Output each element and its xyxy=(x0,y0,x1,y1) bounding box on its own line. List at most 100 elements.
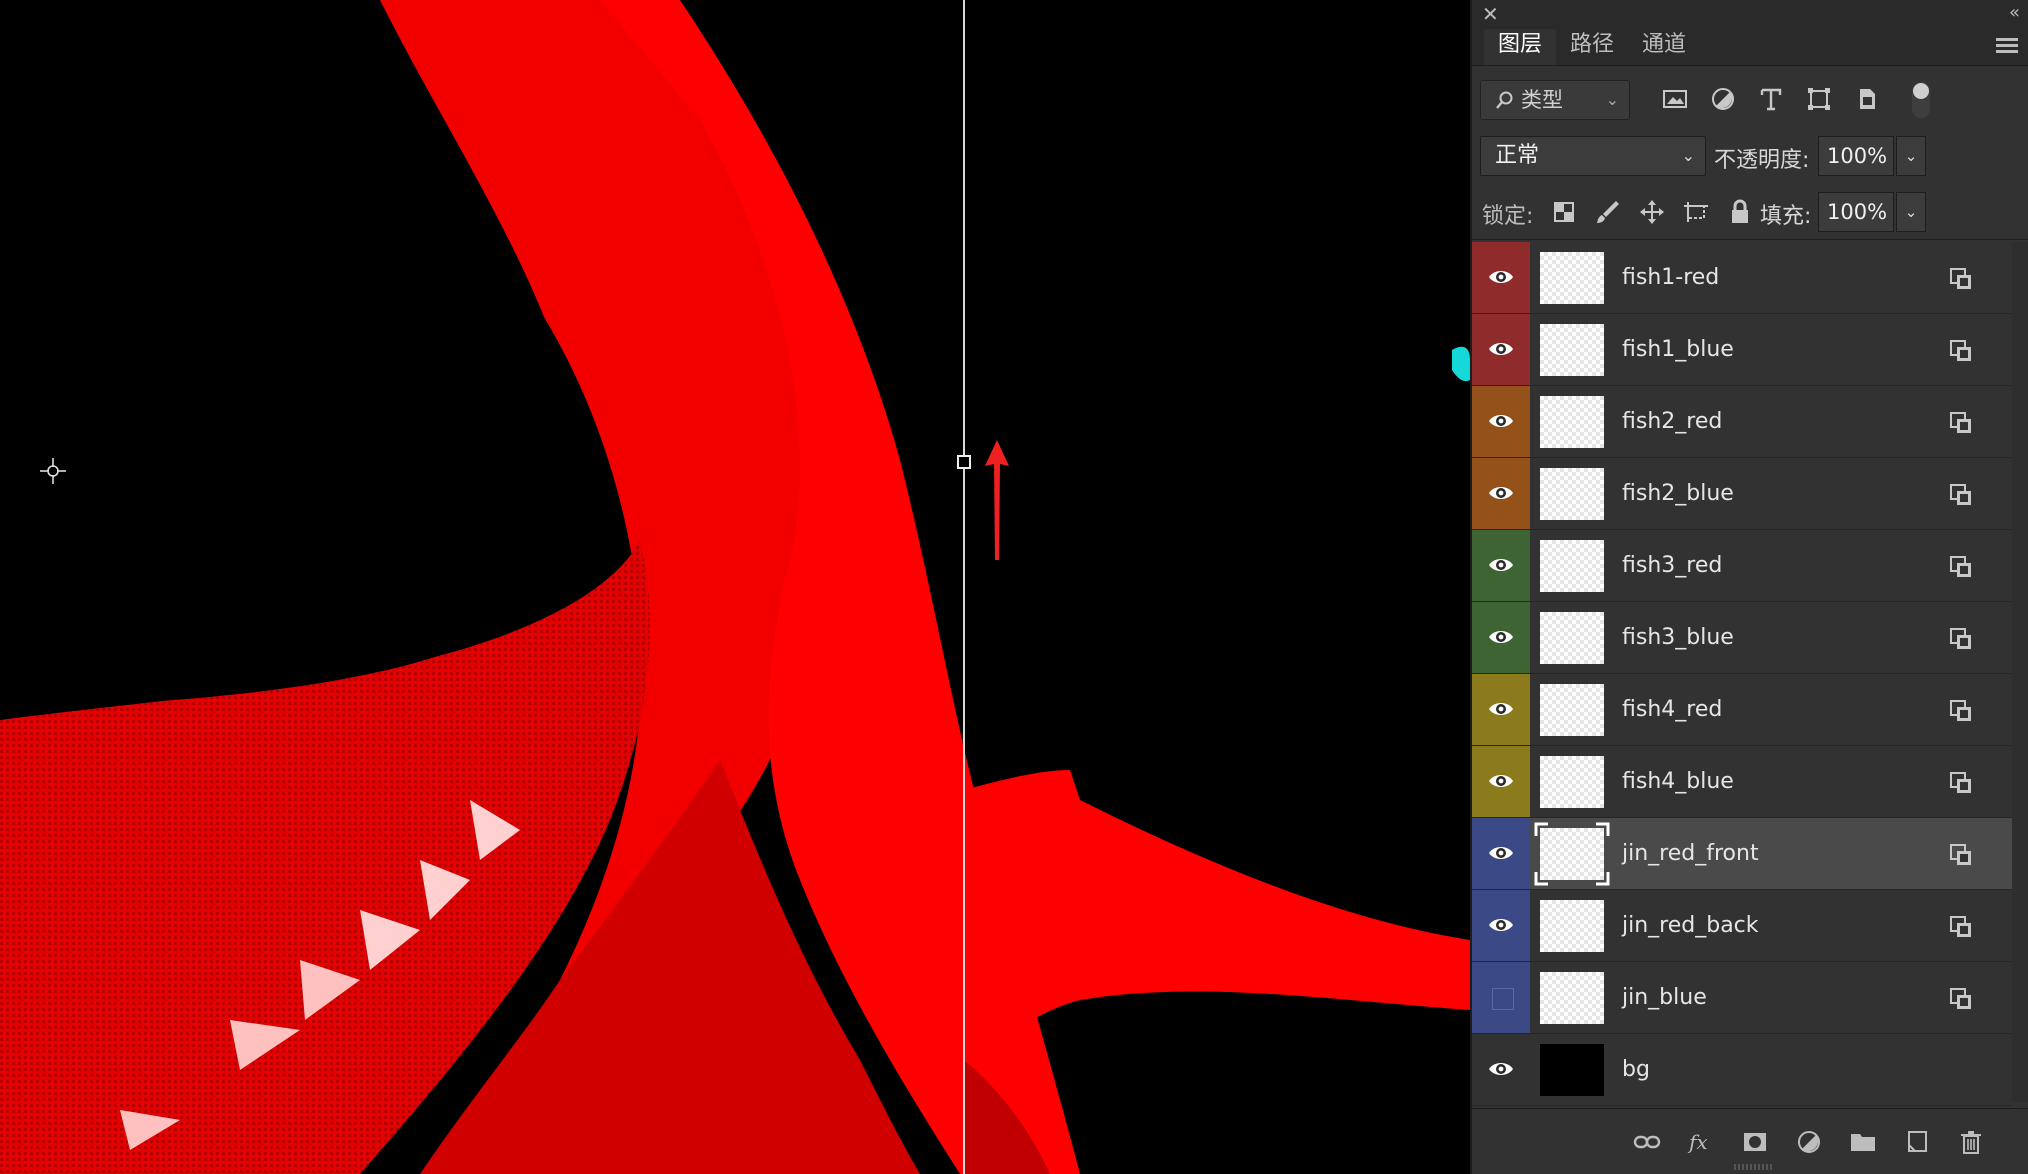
opacity-dropdown[interactable]: ⌄ xyxy=(1896,136,1926,176)
lock-artboard-icon[interactable] xyxy=(1682,198,1710,226)
resize-grip[interactable] xyxy=(1734,1164,1774,1170)
new-layer-icon[interactable] xyxy=(1902,1127,1932,1157)
layer-thumbnail[interactable] xyxy=(1540,468,1604,520)
layers-scrollbar[interactable] xyxy=(2012,242,2028,1102)
layer-row[interactable]: fish1-red xyxy=(1472,242,2012,314)
smart-object-icon xyxy=(1950,988,1972,1010)
visibility-toggle[interactable] xyxy=(1472,386,1530,457)
lock-transparent-icon[interactable] xyxy=(1550,198,1578,226)
visibility-toggle[interactable] xyxy=(1472,314,1530,385)
layer-row[interactable]: fish2_red xyxy=(1472,386,2012,458)
layer-thumbnail[interactable] xyxy=(1540,540,1604,592)
smart-object-icon xyxy=(1950,340,1972,362)
filter-toggle-switch[interactable] xyxy=(1912,82,1930,118)
tab-channels[interactable]: 通道 xyxy=(1628,29,1700,65)
eye-icon xyxy=(1488,842,1514,864)
layer-mask-icon[interactable] xyxy=(1740,1127,1770,1157)
visibility-toggle[interactable] xyxy=(1472,674,1530,745)
lock-paint-icon[interactable] xyxy=(1594,198,1622,226)
collapse-panel-icon[interactable]: « xyxy=(2009,2,2020,23)
layer-thumbnail[interactable] xyxy=(1540,252,1604,304)
visibility-toggle[interactable] xyxy=(1472,530,1530,601)
layer-row[interactable]: fish2_blue xyxy=(1472,458,2012,530)
layer-name[interactable]: fish3_blue xyxy=(1622,602,1734,674)
guide-line[interactable] xyxy=(963,0,965,1174)
document-canvas[interactable] xyxy=(0,0,1470,1174)
layer-thumbnail[interactable] xyxy=(1540,324,1604,376)
visibility-toggle[interactable] xyxy=(1472,602,1530,673)
layer-thumbnail[interactable] xyxy=(1540,1044,1604,1096)
layer-name[interactable]: fish2_red xyxy=(1622,386,1722,458)
layer-name[interactable]: jin_blue xyxy=(1622,962,1707,1034)
chevron-down-icon: ⌄ xyxy=(1681,146,1695,165)
fill-input[interactable]: 100% xyxy=(1818,192,1894,232)
layer-row[interactable]: jin_red_back xyxy=(1472,890,2012,962)
group-folder-icon[interactable] xyxy=(1848,1127,1878,1157)
adjustment-filter-icon[interactable] xyxy=(1710,86,1736,112)
filter-kind-select[interactable]: 类型 ⌄ xyxy=(1480,80,1630,120)
layer-thumbnail[interactable] xyxy=(1540,612,1604,664)
layer-row[interactable]: fish4_blue xyxy=(1472,746,2012,818)
eye-icon xyxy=(1488,266,1514,288)
layer-row[interactable]: fish4_red xyxy=(1472,674,2012,746)
guide-handle[interactable] xyxy=(957,455,971,469)
layer-name[interactable]: fish4_red xyxy=(1622,674,1722,746)
visibility-toggle[interactable] xyxy=(1472,242,1530,313)
visibility-toggle[interactable] xyxy=(1472,818,1530,889)
layer-thumbnail[interactable] xyxy=(1540,684,1604,736)
visibility-toggle[interactable] xyxy=(1472,962,1530,1033)
panel-menu-icon[interactable] xyxy=(1996,38,2018,54)
visibility-toggle[interactable] xyxy=(1472,1034,1530,1105)
layer-name[interactable]: jin_red_front xyxy=(1622,818,1759,890)
eye-icon xyxy=(1488,1058,1514,1080)
fx-icon[interactable]: fx xyxy=(1686,1127,1716,1157)
link-layers-icon[interactable] xyxy=(1632,1127,1662,1157)
close-icon[interactable]: ✕ xyxy=(1482,4,1499,24)
lock-all-icon[interactable] xyxy=(1726,198,1754,226)
eye-icon xyxy=(1488,482,1514,504)
eye-icon xyxy=(1488,626,1514,648)
tab-paths[interactable]: 路径 xyxy=(1556,29,1628,65)
smart-object-icon xyxy=(1950,772,1972,794)
visibility-toggle[interactable] xyxy=(1472,890,1530,961)
eye-icon xyxy=(1488,410,1514,432)
layer-thumbnail[interactable] xyxy=(1540,756,1604,808)
type-filter-icon[interactable] xyxy=(1758,86,1784,112)
layer-name[interactable]: fish4_blue xyxy=(1622,746,1734,818)
layer-name[interactable]: fish1_blue xyxy=(1622,314,1734,386)
opacity-label: 不透明度: xyxy=(1714,148,1810,173)
fill-dropdown[interactable]: ⌄ xyxy=(1896,192,1926,232)
layer-thumbnail[interactable] xyxy=(1540,972,1604,1024)
layer-thumbnail[interactable] xyxy=(1540,900,1604,952)
visibility-toggle[interactable] xyxy=(1472,746,1530,817)
annotation-arrow-icon xyxy=(985,440,1009,560)
smart-object-icon xyxy=(1950,412,1972,434)
layer-row[interactable]: jin_blue xyxy=(1472,962,2012,1034)
tab-layers[interactable]: 图层 xyxy=(1484,29,1557,65)
smart-object-filter-icon[interactable] xyxy=(1854,86,1880,112)
layer-row[interactable]: bg xyxy=(1472,1034,2012,1106)
panel-footer: fx xyxy=(1472,1108,2028,1174)
layer-name[interactable]: jin_red_back xyxy=(1622,890,1759,962)
panel-tabs: 图层 路径 通道 xyxy=(1472,29,2028,66)
opacity-input[interactable]: 100% xyxy=(1818,136,1894,176)
blend-mode-select[interactable]: 正常 ⌄ xyxy=(1480,136,1706,176)
layer-row[interactable]: fish1_blue xyxy=(1472,314,2012,386)
layer-row[interactable]: fish3_red xyxy=(1472,530,2012,602)
layer-name[interactable]: fish3_red xyxy=(1622,530,1722,602)
layer-name[interactable]: fish1-red xyxy=(1622,242,1719,314)
adjustment-layer-icon[interactable] xyxy=(1794,1127,1824,1157)
trash-icon[interactable] xyxy=(1956,1127,1986,1157)
layer-row[interactable]: jin_red_front xyxy=(1472,818,2012,890)
smart-object-icon xyxy=(1950,844,1972,866)
layer-name[interactable]: bg xyxy=(1622,1034,1650,1106)
layer-thumbnail[interactable] xyxy=(1540,396,1604,448)
image-filter-icon[interactable] xyxy=(1662,86,1688,112)
layer-name[interactable]: fish2_blue xyxy=(1622,458,1734,530)
shape-filter-icon[interactable] xyxy=(1806,86,1832,112)
layer-row[interactable]: fish3_blue xyxy=(1472,602,2012,674)
layer-filter-row: 类型 ⌄ xyxy=(1472,66,2028,128)
visibility-toggle[interactable] xyxy=(1472,458,1530,529)
chevron-down-icon: ⌄ xyxy=(1904,203,1918,221)
lock-position-icon[interactable] xyxy=(1638,198,1666,226)
